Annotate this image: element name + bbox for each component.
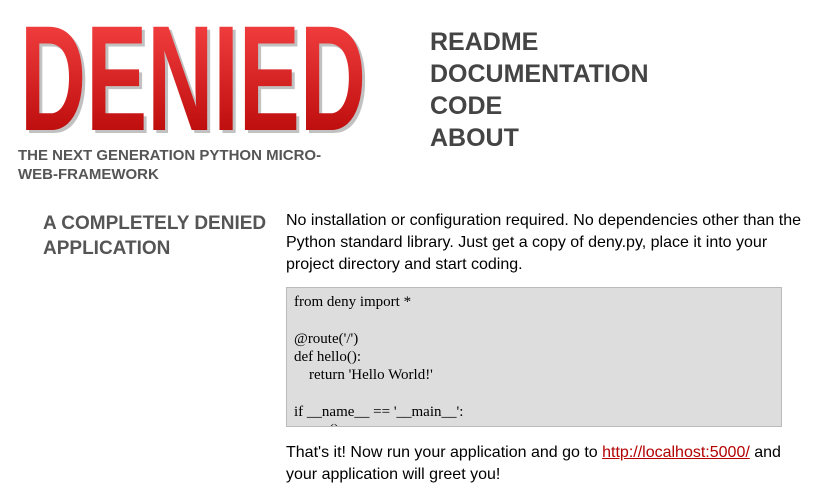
nav-code[interactable]: CODE <box>430 90 649 122</box>
code-example: from deny import * @route('/') def hello… <box>286 287 782 427</box>
nav-documentation[interactable]: DOCUMENTATION <box>430 58 649 90</box>
section-content: No installation or configuration require… <box>286 210 801 486</box>
intro-paragraph: No installation or configuration require… <box>286 212 801 273</box>
main-nav: README DOCUMENTATION CODE ABOUT <box>430 26 649 154</box>
logo-text: DENIED <box>20 22 366 137</box>
nav-readme[interactable]: README <box>430 26 649 58</box>
section-title: A COMPLETELY DENIED APPLICATION <box>43 213 267 259</box>
outro-paragraph: That's it! Now run your application and … <box>286 442 801 486</box>
tagline: THE NEXT GENERATION PYTHON MICRO-WEB-FRA… <box>18 147 322 183</box>
denied-logo: DENIED DENIED <box>20 22 368 137</box>
nav-about[interactable]: ABOUT <box>430 122 649 154</box>
outro-text-before: That's it! Now run your application and … <box>286 444 603 461</box>
localhost-link[interactable]: http://localhost:5000/ <box>602 444 750 461</box>
